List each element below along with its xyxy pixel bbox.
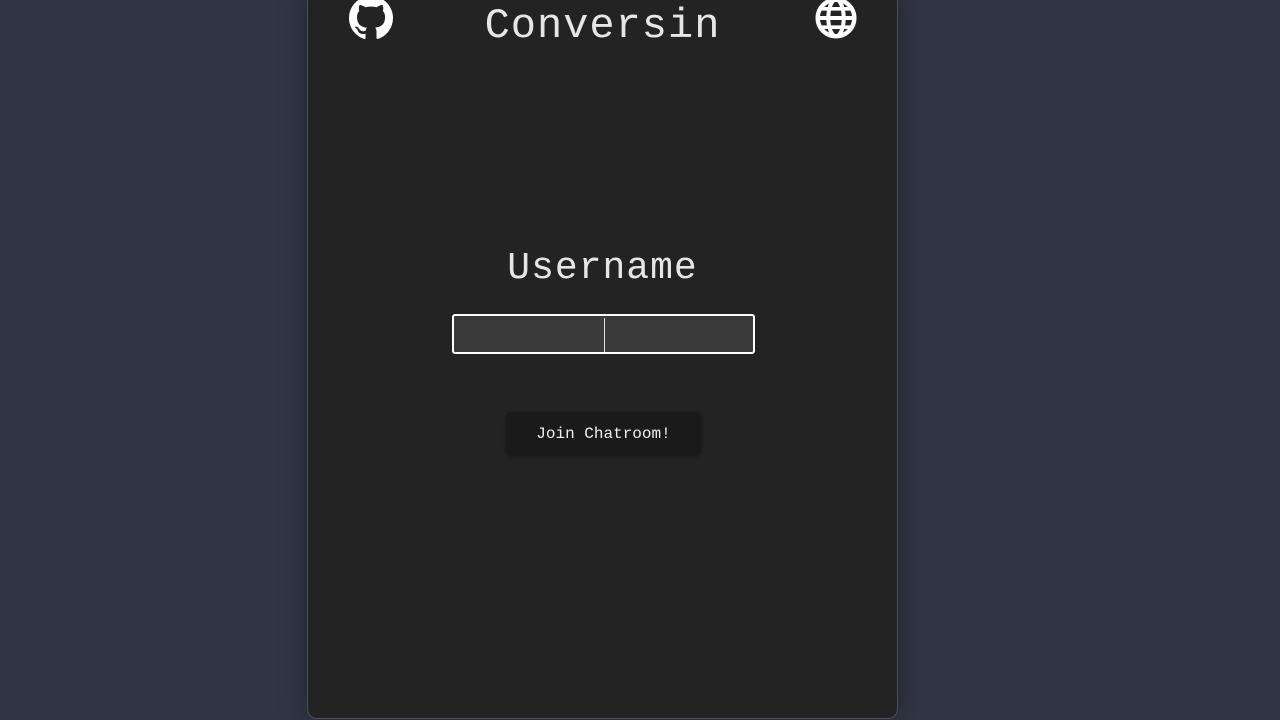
website-link[interactable] (814, 0, 858, 40)
login-card: Conversin Username Join Chatroom! (307, 0, 898, 719)
join-chatroom-button[interactable]: Join Chatroom! (506, 412, 701, 455)
username-label: Username (507, 247, 698, 290)
globe-icon (815, 0, 857, 39)
username-input[interactable] (452, 314, 755, 354)
app-title: Conversin (484, 2, 721, 50)
